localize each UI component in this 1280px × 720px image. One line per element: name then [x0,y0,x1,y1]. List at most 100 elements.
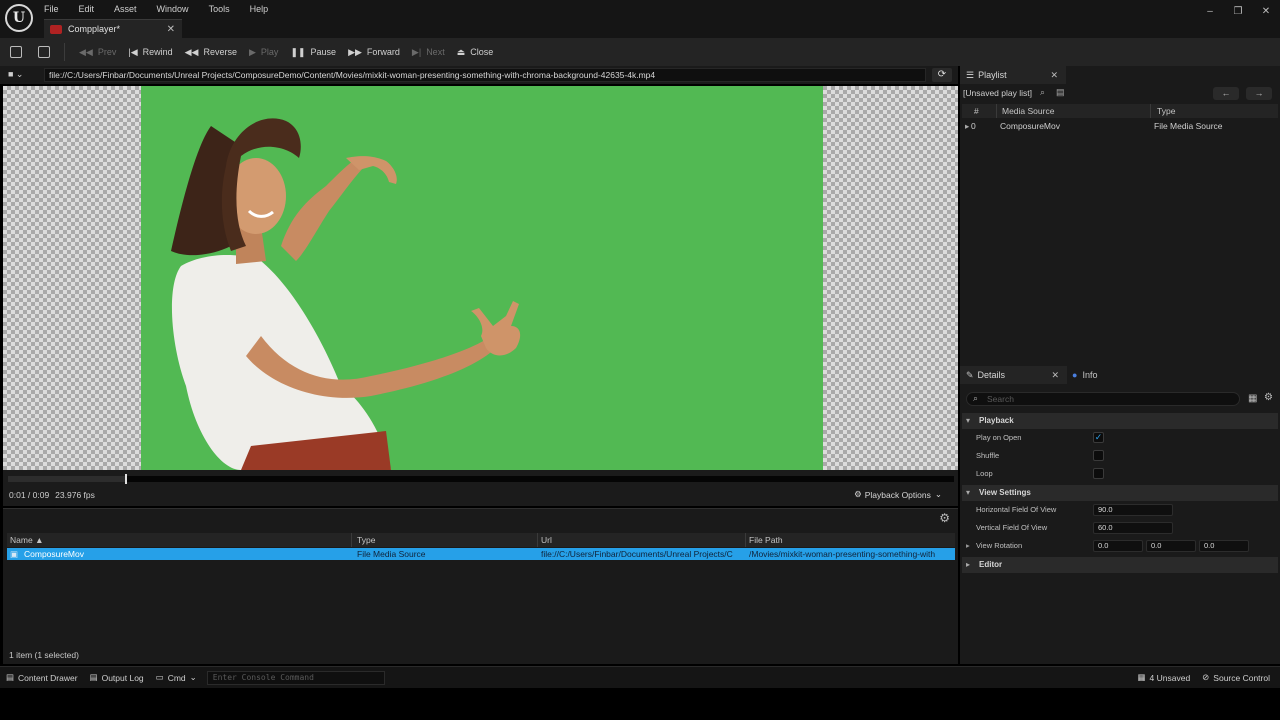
row-type: File Media Source [1154,121,1223,131]
row-name: ComposureMov [24,549,84,559]
table-row[interactable]: ▸ 0 ComposureMov File Media Source [962,120,1278,132]
prev-label: Prev [97,47,117,57]
browse-asset-icon[interactable] [38,46,50,58]
prop-label: Vertical Field Of View [976,523,1048,532]
playlist-tab[interactable]: ☰ Playlist ✕ [960,66,1066,84]
scrub-handle[interactable] [125,474,128,484]
expand-arrow-icon[interactable]: ▸ [966,541,970,550]
horizontal-fov-field[interactable]: 90.0 [1093,504,1173,516]
details-tab[interactable]: ✎ Details ✕ [960,366,1067,384]
source-control-button[interactable]: ⊘ Source Control [1196,667,1276,689]
next-item-icon[interactable]: → [1246,87,1272,100]
source-control-label: Source Control [1213,672,1270,683]
output-log-button[interactable]: ▤ Output Log [84,667,150,689]
column-divider[interactable] [537,533,538,547]
console-command-input[interactable]: Enter Console Command [206,670,385,685]
menu-tools[interactable]: Tools [209,4,230,14]
column-divider[interactable] [351,533,352,547]
prev-button[interactable]: ◀◀ Prev [73,38,122,66]
list-settings-icon[interactable]: ⚙ [939,511,950,525]
play-button[interactable]: ▶ Play [243,38,284,66]
rotation-x-field[interactable]: 0.0 [1093,540,1143,552]
open-folder-dropdown-icon[interactable]: ■ ⌄ [8,69,23,80]
shuffle-checkbox[interactable] [1093,450,1104,461]
media-player-asset-icon [50,24,62,34]
menu-window[interactable]: Window [157,4,189,14]
details-search-input[interactable]: ⌕ Search [966,392,1240,406]
play-on-open-checkbox[interactable]: ✓ [1093,432,1104,443]
presenter-figure [171,118,521,470]
close-window-icon[interactable]: ✕ [1252,6,1280,17]
scrub-progress [8,476,127,482]
column-media-source[interactable]: Media Source [1002,106,1054,116]
column-name[interactable]: Name ▲ [10,535,43,545]
prop-label: Play on Open [976,433,1022,442]
column-type[interactable]: Type [1157,106,1175,116]
table-view-icon[interactable]: ▦ [1248,393,1257,404]
column-divider[interactable] [745,533,746,547]
loop-checkbox[interactable] [1093,468,1104,479]
category-editor[interactable]: ▸ Editor [962,557,1278,573]
table-row[interactable]: ▣ ComposureMov File Media Source file://… [7,548,955,560]
settings-gear-icon[interactable]: ⚙ [1264,392,1273,403]
screen-bottom-border [0,688,1280,720]
category-label: Editor [979,560,1003,569]
content-drawer-button[interactable]: ▤ Content Drawer [0,667,84,689]
close-media-button[interactable]: ⏏ Close [451,38,500,66]
menu-help[interactable]: Help [250,4,269,14]
unreal-logo-icon[interactable]: U [5,4,33,32]
menu-asset[interactable]: Asset [114,4,137,14]
cmd-dropdown[interactable]: ▭ Cmd ⌄ [150,667,203,689]
info-icon: ● [1072,370,1078,380]
menu-file[interactable]: File [44,4,59,14]
minimize-icon[interactable]: – [1196,6,1224,17]
reverse-button[interactable]: ◀◀ Reverse [179,38,243,66]
column-file-path[interactable]: File Path [749,535,783,545]
media-viewport[interactable] [3,86,958,470]
category-view-settings[interactable]: ▾ View Settings [962,485,1278,501]
playback-controls: 0:01 / 0:09 23.976 fps ⚙ Playback Option… [3,470,958,506]
frame-rate: 23.976 fps [55,490,95,500]
item-count: 1 item (1 selected) [9,650,79,660]
rewind-label: Rewind [142,47,173,57]
next-button[interactable]: ▶| Next [406,38,451,66]
column-url[interactable]: Url [541,535,552,545]
column-type[interactable]: Type [357,535,375,545]
rewind-button[interactable]: |◀ Rewind [122,38,178,66]
rotation-z-field[interactable]: 0.0 [1199,540,1249,552]
reload-icon[interactable]: ⟳ [932,68,952,82]
details-panel: ✎ Details ✕ ● Info ⌕ Search ▦ ⚙ ▾ Playba… [960,366,1280,664]
expand-arrow-icon[interactable]: ▸ [965,121,969,132]
unsaved-label: 4 Unsaved [1149,672,1191,683]
unsaved-button[interactable]: ▦ 4 Unsaved [1132,667,1197,689]
column-divider[interactable] [996,104,997,118]
prop-label: Loop [976,469,993,478]
pause-button[interactable]: ❚❚ Pause [284,38,342,66]
menu-edit[interactable]: Edit [79,4,95,14]
info-tab[interactable]: ● Info [1072,366,1097,384]
media-url-input[interactable]: file://C:/Users/Finbar/Documents/Unreal … [44,68,926,82]
close-tab-icon[interactable]: ✕ [1051,370,1059,381]
close-tab-icon[interactable]: ✕ [167,24,175,35]
prop-loop: Loop [962,465,1278,483]
rotation-y-field[interactable]: 0.0 [1146,540,1196,552]
category-playback[interactable]: ▾ Playback [962,413,1278,429]
playlist-name: [Unsaved play list] [963,88,1032,98]
column-divider[interactable] [1150,104,1151,118]
reverse-label: Reverse [203,47,237,57]
column-index[interactable]: # [974,106,979,116]
previous-item-icon[interactable]: ← [1213,87,1239,100]
maximize-icon[interactable]: ❐ [1224,6,1252,17]
content-drawer-icon: ▤ [6,672,15,682]
document-tab[interactable]: Compplayer* ✕ [44,19,182,38]
save-playlist-icon[interactable]: ▤ [1056,87,1065,98]
scrub-bar[interactable] [8,474,954,484]
save-icon[interactable] [10,46,22,58]
forward-button[interactable]: ▶▶ Forward [342,38,406,66]
vertical-fov-field[interactable]: 60.0 [1093,522,1173,534]
prop-view-rotation: ▸ View Rotation 0.0 0.0 0.0 [962,537,1278,555]
playback-options-button[interactable]: ⚙ Playback Options ⌄ [854,489,942,500]
row-type: File Media Source [357,549,426,559]
close-tab-icon[interactable]: ✕ [1050,70,1058,81]
search-icon[interactable]: ⌕ [1040,87,1045,98]
